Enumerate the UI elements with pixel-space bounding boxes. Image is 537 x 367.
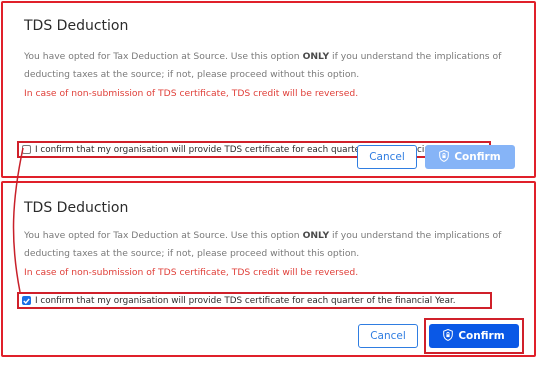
cancel-button[interactable]: Cancel: [357, 145, 417, 169]
confirm-checkbox-row[interactable]: I confirm that my organisation will prov…: [17, 141, 491, 158]
confirm-button[interactable]: Confirm: [429, 324, 519, 348]
checkmark-icon: [23, 297, 30, 304]
dialog-description: You have opted for Tax Deduction at Sour…: [24, 51, 502, 80]
warning-text: In case of non-submission of TDS certifi…: [24, 88, 359, 99]
dialog-title: TDS Deduction: [24, 200, 129, 216]
confirm-checkbox[interactable]: [22, 145, 31, 154]
confirm-label: Confirm: [454, 151, 501, 163]
warning-text: In case of non-submission of TDS certifi…: [24, 267, 359, 278]
shield-lock-icon: [443, 328, 454, 344]
confirm-button[interactable]: Confirm: [425, 145, 515, 169]
confirm-checkbox[interactable]: [22, 296, 31, 305]
tds-dialog-unchecked: TDS Deduction You have opted for Tax Ded…: [1, 1, 536, 178]
cancel-button[interactable]: Cancel: [358, 324, 418, 348]
dialog-description: You have opted for Tax Deduction at Sour…: [24, 230, 502, 259]
checkbox-label: I confirm that my organisation will prov…: [35, 295, 456, 306]
confirm-label: Confirm: [458, 330, 505, 342]
tds-dialog-checked: TDS Deduction You have opted for Tax Ded…: [1, 181, 536, 357]
confirm-checkbox-row[interactable]: I confirm that my organisation will prov…: [17, 292, 492, 309]
dialog-title: TDS Deduction: [24, 18, 129, 34]
shield-lock-icon: [439, 149, 450, 165]
